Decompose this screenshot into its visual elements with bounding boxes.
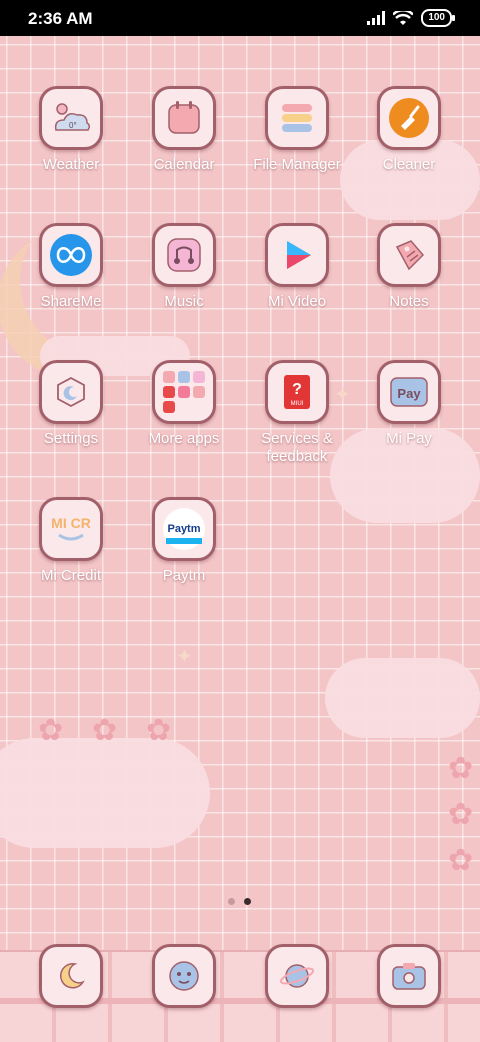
app-label: Weather [42,156,100,173]
svg-text:?: ? [292,381,302,398]
app-mi-pay[interactable]: Pay Mi Pay [354,360,464,448]
settings-icon [39,360,103,424]
dock-camera[interactable] [354,944,464,1008]
status-time: 2:36 AM [28,9,93,28]
app-cleaner[interactable]: Cleaner [354,86,464,174]
app-label: Services & feedback [261,430,333,465]
app-label: Calendar [153,156,215,173]
app-mi-credit[interactable]: MI CR Mi Credit [16,497,126,585]
wifi-icon [393,10,414,25]
app-mi-video[interactable]: Mi Video [242,223,352,311]
mi-credit-icon: MI CR [39,497,103,561]
app-label: Music [164,293,204,310]
page-dot[interactable] [228,898,235,905]
app-label: More apps [148,430,220,447]
app-label: Mi Credit [40,567,101,584]
cloud-decoration [325,658,480,738]
services-feedback-icon: ? MIUI [265,360,329,424]
camera-icon [377,944,441,1008]
app-label: Cleaner [382,156,436,173]
services-badge: MIUI [291,401,304,407]
browser-icon [265,944,329,1008]
app-calendar[interactable]: Calendar [129,86,239,174]
status-icons: 100 [367,9,455,27]
flower-decoration: ✿ [38,714,64,747]
folder-icon [152,360,216,424]
app-label: Notes [389,293,429,310]
app-services-feedback[interactable]: ? MIUI Services & feedback [242,360,352,466]
app-shareme[interactable]: ShareMe [16,223,126,311]
app-more-apps-folder[interactable]: More apps [129,360,239,448]
notes-icon [377,223,441,287]
phone-icon [39,944,103,1008]
flower-decoration: ✿ [92,714,118,747]
page-dot-active[interactable] [244,898,251,905]
app-settings[interactable]: Settings [16,360,126,448]
cleaner-icon [377,86,441,150]
app-label: ShareMe [40,293,102,310]
app-label: Mi Video [267,293,327,310]
cloud-decoration [0,738,210,848]
sparkle-decoration: ✦ [176,646,193,668]
dock-phone[interactable] [16,944,126,1008]
battery-icon: 100 [421,9,455,27]
signal-icon [367,11,386,25]
messages-icon [152,944,216,1008]
weather-temp: 0° [69,121,77,130]
flower-decoration: ✿ [448,752,474,785]
app-notes[interactable]: Notes [354,223,464,311]
dock-browser[interactable] [242,944,352,1008]
app-file-manager[interactable]: File Manager [242,86,352,174]
flower-decoration: ✿ [448,844,474,877]
paytm-icon: Paytm [152,497,216,561]
shareme-icon [39,223,103,287]
status-bar: 2:36 AM 100 [0,0,480,36]
app-paytm[interactable]: Paytm Paytm [129,497,239,585]
app-weather[interactable]: 0° Weather [16,86,126,174]
paytm-badge: Paytm [167,523,200,535]
app-label: Paytm [162,567,206,584]
mi-credit-badge: MI CR [51,515,91,531]
app-label: Mi Pay [386,430,432,447]
file-manager-icon [265,86,329,150]
weather-icon: 0° [39,86,103,150]
app-label: File Manager [253,156,341,173]
mi-pay-badge: Pay [397,386,421,401]
music-icon [152,223,216,287]
page-indicator [228,898,251,905]
flower-decoration: ✿ [448,798,474,831]
calendar-icon [152,86,216,150]
dock-messages[interactable] [129,944,239,1008]
app-music[interactable]: Music [129,223,239,311]
flower-decoration: ✿ [146,714,172,747]
mi-pay-icon: Pay [377,360,441,424]
app-label: Settings [43,430,99,447]
mi-video-icon [265,223,329,287]
